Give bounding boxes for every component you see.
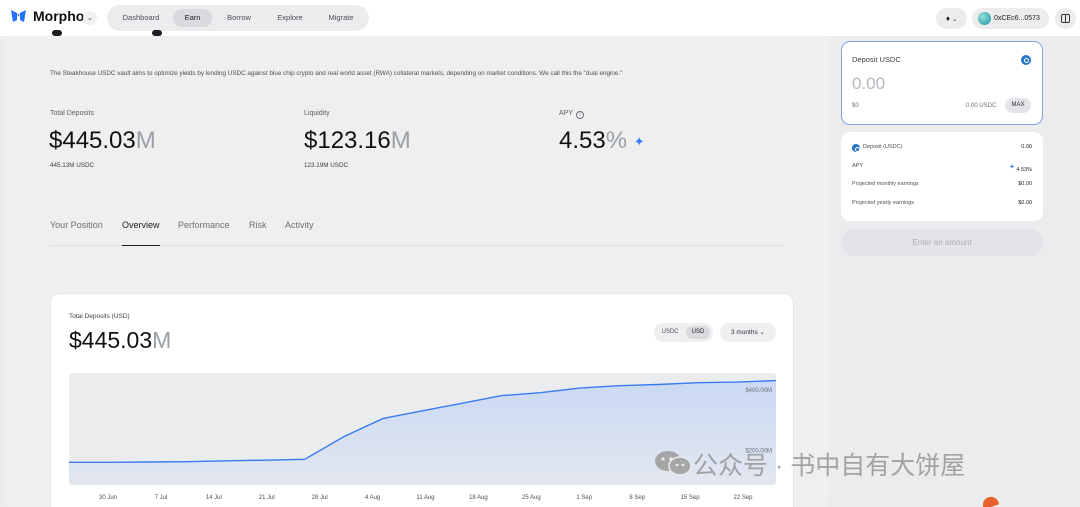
enter-amount-button[interactable]: Enter an amount [841, 229, 1043, 256]
summary-row: APY ✦ 4.53% [852, 163, 1032, 173]
x-tick-label: 7 Jul [155, 495, 168, 501]
nav-dashboard[interactable]: Dashboard [111, 9, 171, 27]
sparkle-icon[interactable]: ✦ [634, 134, 645, 149]
currency-toggle: USDC USD [654, 323, 713, 342]
x-tick-label: 30 Jun [99, 495, 117, 501]
deposit-panel: Deposit USDC 0.00 $0 0.00 USDC MAX [841, 41, 1043, 125]
deposit-title: Deposit USDC [852, 55, 901, 64]
deposit-amount-input[interactable]: 0.00 [852, 74, 885, 94]
chart-title: Total Deposits (USD) [69, 313, 130, 320]
tab-activity[interactable]: Activity [285, 220, 314, 246]
side-panel-toggle[interactable] [1055, 8, 1076, 29]
sparkle-icon: ✦ [1008, 164, 1015, 171]
range-selector[interactable]: 3 months ⌄ [720, 323, 776, 342]
chevron-down-icon: ⌄ [952, 17, 958, 23]
summary-row: Projected monthly earnings $0.00 [852, 181, 1032, 187]
nav-explore[interactable]: Explore [266, 9, 314, 27]
usdc-icon [1021, 55, 1031, 65]
network-selector[interactable]: ♦ ⌄ [936, 8, 967, 29]
wechat-icon [653, 448, 693, 478]
brand[interactable]: Morpho [10, 8, 84, 24]
x-tick-label: 11 Aug [416, 495, 434, 501]
usdc-icon [852, 144, 860, 152]
deposit-summary: Deposit (USDC) 0.00 APY ✦ 4.53% Projected … [841, 132, 1043, 221]
panel-icon [1061, 14, 1070, 23]
liquidity-usdc: 123.19M USDC [304, 162, 349, 169]
apy-value: 4.53% ✦ [559, 127, 645, 154]
deposit-usd-value: $0 [852, 103, 859, 109]
liquidity-value: $123.16M [304, 127, 411, 154]
total-deposits-value: $445.03M [49, 127, 156, 154]
wallet-avatar [978, 12, 991, 25]
summary-row: Projected yearly earnings $0.00 [852, 200, 1032, 206]
vault-tabs: Your Position Overview Performance Risk … [50, 220, 785, 246]
tab-your-position[interactable]: Your Position [50, 220, 103, 246]
deposit-balance: 0.00 USDC [966, 103, 997, 109]
x-tick-label: 25 Aug [522, 495, 541, 501]
chevron-down-icon: ⌄ [759, 329, 765, 336]
chart-value: $445.03M [69, 327, 172, 353]
x-tick-label: 22 Sep [733, 495, 753, 501]
vault-description: The Steakhouse USDC vault aims to optimi… [50, 70, 623, 77]
x-tick-label: 1 Sep [576, 495, 592, 501]
brand-name: Morpho [33, 8, 85, 24]
x-tick-label: 28 Jul [312, 495, 328, 501]
ethereum-icon: ♦ [945, 14, 950, 23]
nav-migrate[interactable]: Migrate [318, 9, 364, 27]
x-tick-label: 18 Aug [469, 495, 488, 501]
x-tick-label: 21 Jul [259, 495, 275, 501]
nav-borrow[interactable]: Borrow [216, 9, 262, 27]
x-tick-label: 15 Sep [681, 495, 701, 501]
info-icon[interactable]: i [576, 111, 585, 119]
y-tick-label: $400.00M [745, 388, 772, 394]
total-deposits-usdc: 445.13M USDC [50, 162, 95, 169]
tab-overview[interactable]: Overview [122, 220, 160, 246]
toggle-usdc[interactable]: USDC [657, 326, 683, 339]
liquidity-label: Liquidity [304, 110, 330, 117]
x-tick-label: 4 Aug [365, 495, 380, 501]
wallet-button[interactable]: 0xCEc6...0573 [972, 8, 1049, 29]
morpho-logo-icon [11, 10, 26, 22]
wallet-address: 0xCEc6...0573 [994, 15, 1040, 22]
x-axis: 30 Jun 7 Jul 14 Jul 21 Jul 28 Jul 4 Aug 11 Aug… [99, 495, 753, 501]
tab-risk[interactable]: Risk [249, 220, 267, 246]
total-deposits-label: Total Deposits [50, 110, 94, 117]
watermark: 公众号 · 书中自有大饼屋 [653, 446, 965, 482]
max-button[interactable]: MAX [1005, 98, 1031, 113]
x-tick-label: 8 Sep [629, 495, 645, 501]
nav-earn[interactable]: Earn [173, 9, 212, 27]
page-title-clipped [48, 28, 168, 36]
chevron-down-icon[interactable]: ⌄ [83, 11, 97, 25]
decorative-shape [980, 494, 1000, 507]
toggle-usd[interactable]: USD [686, 326, 710, 339]
tab-performance[interactable]: Performance [178, 220, 230, 246]
x-tick-label: 14 Jul [206, 495, 222, 501]
apy-label: APY i [559, 110, 585, 119]
summary-row: Deposit (USDC) 0.00 [852, 144, 1032, 154]
